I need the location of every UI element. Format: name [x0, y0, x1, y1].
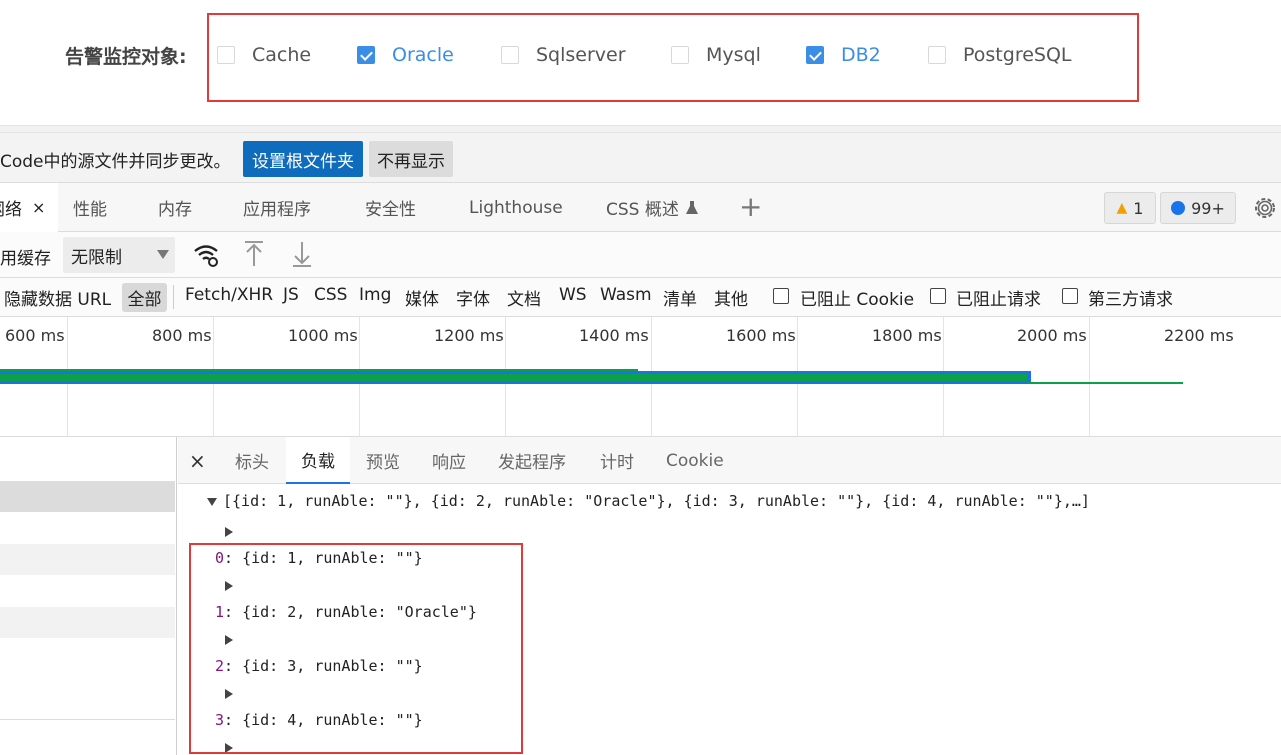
throttling-value: 无限制	[71, 247, 122, 268]
tab-application[interactable]: 应用程序	[243, 183, 311, 232]
timeline-bar	[0, 374, 1027, 381]
annotation-box-payload	[189, 543, 523, 754]
tab-payload[interactable]: 负载	[286, 437, 350, 484]
close-icon[interactable]: ×	[32, 198, 45, 217]
blocked-cookies-checkbox[interactable]	[773, 288, 789, 304]
third-party-checkbox[interactable]	[1062, 288, 1078, 304]
timeline-tick-label: 1400 ms	[579, 326, 649, 345]
form-label: 告警监控对象:	[65, 46, 187, 68]
tab-preview[interactable]: 预览	[366, 437, 400, 484]
tab-cookie[interactable]: Cookie	[666, 437, 724, 484]
filter-ws[interactable]: WS	[559, 285, 587, 305]
disable-cache-label[interactable]: 用缓存	[0, 244, 51, 269]
tab-memory[interactable]: 内存	[158, 183, 192, 232]
annotation-box-checkboxes	[207, 13, 1139, 102]
filter-manifest[interactable]: 清单	[663, 285, 697, 310]
tab-security[interactable]: 安全性	[365, 183, 416, 232]
list-item[interactable]	[0, 481, 175, 512]
tab-performance[interactable]: 性能	[73, 183, 107, 232]
timeline-tick-label: 1200 ms	[434, 326, 504, 345]
hide-data-urls-label[interactable]: 隐藏数据 URL	[4, 285, 111, 310]
more-tabs-plus-icon[interactable]: +	[739, 190, 762, 224]
timeline-gridline	[1089, 317, 1090, 437]
filter-divider	[173, 285, 174, 309]
tab-network[interactable]: 网络 ×	[0, 183, 58, 232]
timeline-tick-label: 1800 ms	[872, 326, 942, 345]
warnings-count: 1	[1133, 198, 1144, 218]
gear-icon[interactable]	[1251, 194, 1279, 222]
warning-icon: ▲	[1116, 200, 1128, 216]
list-item[interactable]	[0, 607, 175, 638]
set-root-folder-button[interactable]: 设置根文件夹	[243, 141, 363, 177]
info-bar-text: Code中的源文件并同步更改。	[0, 152, 231, 172]
throttling-select[interactable]: 无限制	[63, 237, 175, 273]
tab-timing[interactable]: 计时	[600, 437, 634, 484]
filter-js[interactable]: JS	[283, 285, 299, 305]
tab-css-overview[interactable]: CSS 概述	[606, 183, 699, 232]
blocked-requests-label[interactable]: 已阻止请求	[956, 285, 1041, 310]
dont-show-again-button[interactable]: 不再显示	[369, 141, 453, 177]
expand-triangle-icon[interactable]	[207, 498, 217, 506]
timeline-tick-label: 600 ms	[5, 326, 65, 345]
tab-headers[interactable]: 标头	[235, 437, 269, 484]
third-party-label[interactable]: 第三方请求	[1088, 285, 1173, 310]
tab-label: CSS 概述	[606, 200, 679, 220]
tab-initiator[interactable]: 发起程序	[498, 437, 566, 484]
blocked-cookies-label[interactable]: 已阻止 Cookie	[800, 285, 914, 310]
list-divider	[0, 719, 175, 720]
export-har-download-icon[interactable]	[291, 239, 313, 269]
timeline-tick-label: 2200 ms	[1164, 326, 1234, 345]
list-item[interactable]	[0, 575, 175, 607]
tab-label: 网络	[0, 200, 22, 220]
filter-font[interactable]: 字体	[456, 285, 490, 310]
messages-badge[interactable]: 99+	[1160, 192, 1236, 224]
page-devtools-divider[interactable]	[0, 125, 1281, 133]
blocked-requests-checkbox[interactable]	[930, 288, 946, 304]
filter-fetch-xhr[interactable]: Fetch/XHR	[185, 285, 273, 305]
message-icon	[1171, 201, 1186, 215]
list-item[interactable]	[0, 544, 175, 575]
collapsed-triangle-icon[interactable]	[225, 527, 233, 537]
network-conditions-wifi-icon[interactable]	[193, 241, 219, 269]
timeline-tick-label: 2000 ms	[1017, 326, 1087, 345]
timeline-tick-label: 800 ms	[152, 326, 212, 345]
filter-wasm[interactable]: Wasm	[600, 285, 652, 305]
filter-other[interactable]: 其他	[714, 285, 748, 310]
list-item[interactable]	[0, 512, 175, 544]
flask-icon	[685, 200, 698, 214]
import-har-upload-icon[interactable]	[243, 239, 265, 269]
filter-media[interactable]: 媒体	[405, 285, 439, 310]
filter-css[interactable]: CSS	[314, 285, 347, 305]
timeline-tick-label: 1600 ms	[726, 326, 796, 345]
close-icon[interactable]: ×	[189, 449, 206, 473]
timeline-tick-label: 1000 ms	[288, 326, 358, 345]
tab-response[interactable]: 响应	[432, 437, 466, 484]
payload-summary[interactable]: [{id: 1, runAble: ""}, {id: 2, runAble: …	[223, 492, 1090, 510]
filter-img[interactable]: Img	[359, 285, 391, 305]
tab-lighthouse[interactable]: Lighthouse	[469, 183, 563, 232]
chevron-down-icon	[157, 250, 169, 259]
filter-all-button[interactable]: 全部	[122, 283, 167, 312]
messages-count: 99+	[1191, 198, 1225, 218]
timeline-bar	[1027, 382, 1183, 384]
filter-doc[interactable]: 文档	[507, 285, 541, 310]
warnings-badge[interactable]: ▲ 1	[1104, 192, 1156, 224]
